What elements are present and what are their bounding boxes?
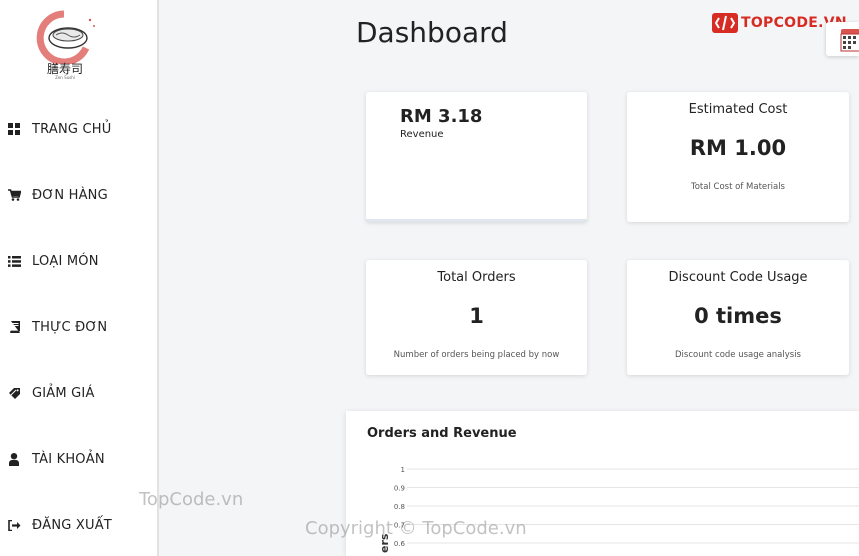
dashboard-grid-icon — [7, 122, 21, 136]
book-icon — [7, 320, 21, 334]
logo-subtitle: Zen Sushi — [55, 75, 75, 80]
sidebar-item-label: ĐƠN HÀNG — [32, 187, 108, 203]
revenue-card: RM 3.18 Revenue — [366, 92, 587, 222]
page-title: Dashboard — [356, 16, 508, 49]
sidebar-item-label: ĐĂNG XUẤT — [32, 517, 112, 533]
revenue-label: Revenue — [400, 129, 444, 140]
sidebar-item-giam-gia[interactable]: GIẢM GIÁ — [0, 378, 157, 408]
sidebar-item-label: THỰC ĐƠN — [32, 319, 108, 335]
sidebar-item-trang-chu[interactable]: TRANG CHỦ — [0, 114, 157, 144]
card-title: Discount Code Usage — [668, 270, 808, 285]
watermark-bottom: Copyright © TopCode.vn — [305, 518, 527, 539]
sign-out-icon — [7, 518, 21, 532]
estimated-cost-card: Estimated Cost RM 1.00 Total Cost of Mat… — [627, 92, 849, 222]
list-icon — [7, 254, 21, 268]
card-subtitle: Discount code usage analysis — [675, 350, 801, 360]
logo[interactable]: 膳寿司 Zen Sushi — [26, 8, 104, 80]
user-icon — [7, 452, 21, 466]
sidebar-item-thuc-don[interactable]: THỰC ĐƠN — [0, 312, 157, 342]
card-subtitle: Total Cost of Materials — [690, 182, 785, 192]
sidebar-item-label: LOẠI MÓN — [32, 253, 99, 269]
calendar-button[interactable] — [826, 22, 859, 56]
revenue-sparkline-baseline — [366, 219, 587, 222]
sushi-logo-icon — [36, 10, 95, 66]
sidebar-item-loai-mon[interactable]: LOẠI MÓN — [0, 246, 157, 276]
card-title: Estimated Cost — [688, 102, 788, 117]
topcode-logo-icon — [712, 13, 738, 33]
sidebar-item-label: TÀI KHOẢN — [32, 451, 105, 467]
card-subtitle: Number of orders being placed by now — [393, 350, 560, 360]
sidebar-item-label: TRANG CHỦ — [32, 121, 112, 137]
tag-icon — [7, 386, 21, 400]
watermark-left: TopCode.vn — [139, 489, 244, 510]
discount-usage-card: Discount Code Usage 0 times Discount cod… — [627, 260, 849, 375]
y-tick-label: 0.9 — [394, 485, 405, 493]
card-title: Total Orders — [437, 270, 516, 285]
y-tick-label: 0.8 — [394, 503, 405, 511]
sidebar: 膳寿司 Zen Sushi TRANG CHỦ ĐƠN HÀNG LOẠI MÓ… — [0, 0, 159, 556]
revenue-value: RM 3.18 — [400, 106, 483, 127]
sidebar-item-label: GIẢM GIÁ — [32, 385, 95, 401]
sidebar-item-tai-khoan[interactable]: TÀI KHOẢN — [0, 444, 157, 474]
calendar-icon — [840, 29, 859, 52]
card-value: 0 times — [694, 304, 782, 328]
card-value: RM 1.00 — [689, 136, 787, 160]
cart-icon — [7, 188, 21, 202]
sidebar-item-don-hang[interactable]: ĐƠN HÀNG — [0, 180, 157, 210]
sidebar-item-dang-xuat[interactable]: ĐĂNG XUẤT — [0, 510, 157, 540]
total-orders-card: Total Orders 1 Number of orders being pl… — [366, 260, 587, 375]
card-value: 1 — [469, 304, 484, 328]
y-tick-label: 1 — [401, 466, 405, 474]
y-tick-label: 0.6 — [394, 540, 406, 548]
